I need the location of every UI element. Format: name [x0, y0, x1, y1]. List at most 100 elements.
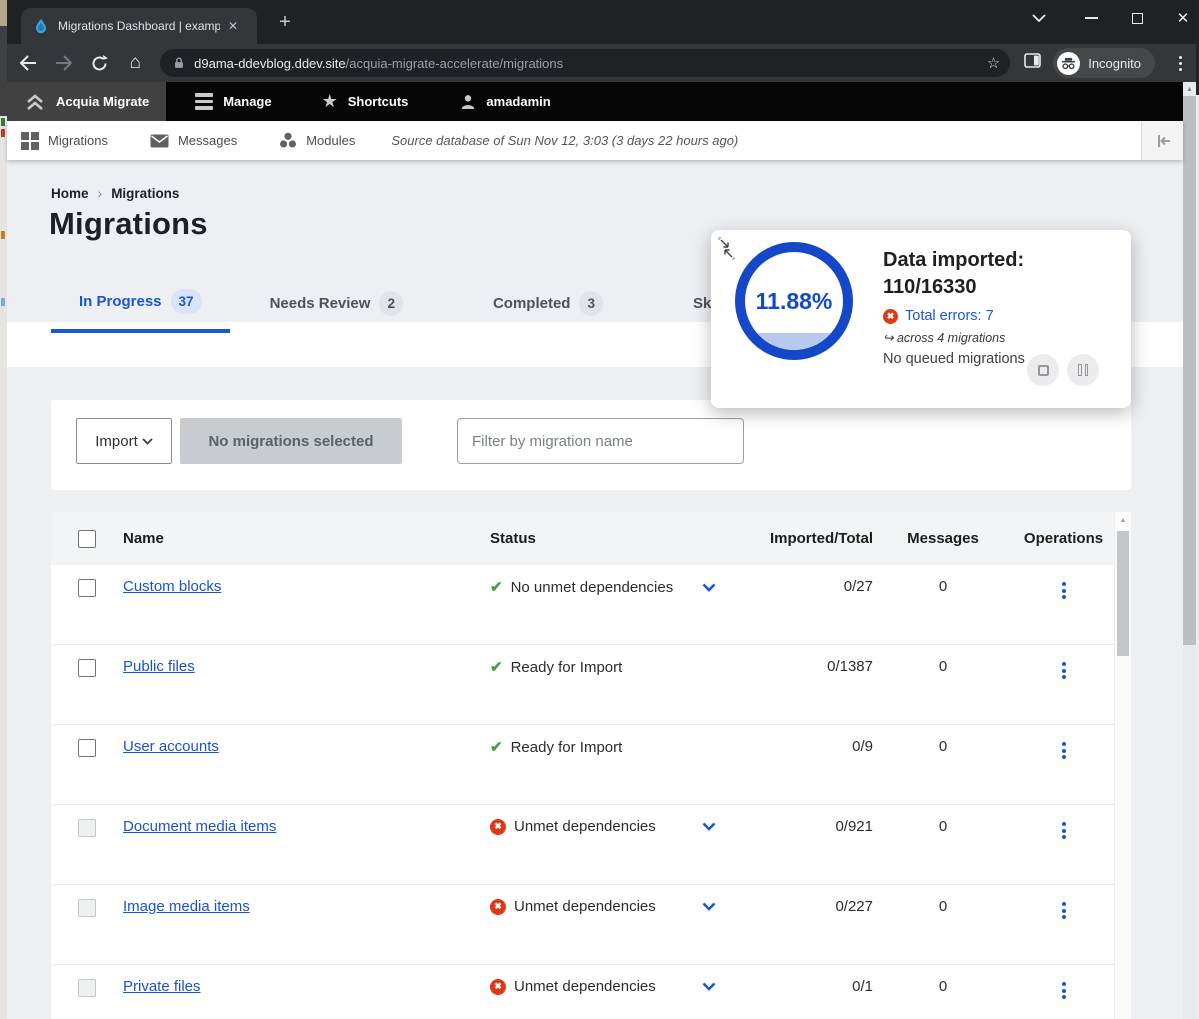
tab-in-progress[interactable]: In Progress 37 — [51, 283, 230, 333]
toolbar-item-user[interactable]: amadamin — [443, 82, 567, 121]
row-checkbox[interactable] — [78, 579, 96, 597]
breadcrumb-home-link[interactable]: Home — [51, 186, 89, 201]
breadcrumb-current-link[interactable]: Migrations — [111, 186, 179, 201]
scroll-up-arrow-icon[interactable]: ▲ — [1183, 82, 1196, 96]
migration-link[interactable]: Image media items — [123, 898, 250, 915]
status-text: Unmet dependencies — [514, 818, 656, 835]
table-scrollbar-thumb[interactable] — [1117, 531, 1129, 656]
window-maximize-button[interactable] — [1115, 0, 1159, 36]
status-text: Unmet dependencies — [514, 898, 656, 915]
header-operations: Operations — [1013, 530, 1114, 547]
resize-handle-icon[interactable] — [718, 237, 740, 266]
toolbar-item-manage[interactable]: Manage — [178, 82, 288, 121]
status-expand-chevron-icon[interactable] — [702, 898, 716, 915]
envelope-icon — [150, 134, 169, 148]
migrations-table: Name Status Imported/Total Messages Oper… — [51, 512, 1131, 1019]
migration-link[interactable]: User accounts — [123, 738, 219, 755]
header-messages: Messages — [873, 530, 1013, 547]
table-row: Custom blocks ✔ No unmet dependencies 0/… — [51, 565, 1114, 645]
row-checkbox[interactable] — [78, 739, 96, 757]
status-ok-icon: ✔ — [490, 578, 503, 596]
browser-navbar: ⌂ d9ama-ddevblog.ddev.site/acquia-migrat… — [7, 44, 1196, 82]
screen: Migrations Dashboard | example ✕ + ✕ ⌂ d… — [0, 0, 1199, 1019]
table-scrollbar[interactable]: ▲ — [1114, 512, 1131, 1019]
back-button[interactable] — [13, 48, 43, 78]
scroll-up-arrow-icon[interactable]: ▲ — [1115, 512, 1131, 529]
bookmark-star-icon[interactable]: ☆ — [987, 54, 1000, 72]
import-dropdown-button[interactable]: Import — [76, 418, 172, 464]
selection-status-button: No migrations selected — [180, 418, 402, 464]
window-close-button[interactable]: ✕ — [1161, 0, 1199, 36]
select-all-checkbox[interactable] — [78, 530, 96, 548]
toolbar-collapse-button[interactable] — [1141, 121, 1183, 160]
tab-needs-review[interactable]: Needs Review 2 — [242, 283, 431, 333]
breadcrumb: Home › Migrations — [51, 185, 179, 201]
tab-close-icon[interactable]: ✕ — [228, 19, 238, 33]
operations-menu-icon[interactable] — [1058, 738, 1070, 763]
queue-status: No queued migrations — [883, 351, 1025, 367]
table-row: Image media items ✖ Unmet dependencies 0… — [51, 885, 1114, 965]
table-row: Document media items ✖ Unmet dependencie… — [51, 805, 1114, 885]
migration-link[interactable]: Custom blocks — [123, 578, 221, 595]
browser-tab[interactable]: Migrations Dashboard | example ✕ — [21, 8, 257, 44]
data-imported-label: Data imported: — [883, 247, 1025, 274]
toolbar-item-modules[interactable]: Modules — [265, 132, 369, 149]
url-bar[interactable]: d9ama-ddevblog.ddev.site/acquia-migrate-… — [160, 49, 1010, 77]
filter-input[interactable] — [457, 418, 744, 464]
table-header-row: Name Status Imported/Total Messages Oper… — [51, 512, 1114, 565]
forward-button[interactable] — [49, 48, 79, 78]
operations-menu-icon[interactable] — [1058, 658, 1070, 683]
status-expand-chevron-icon[interactable] — [702, 818, 716, 835]
status-expand-chevron-icon[interactable] — [702, 978, 716, 995]
tab-label: Needs Review — [270, 295, 371, 312]
home-button[interactable]: ⌂ — [120, 48, 150, 78]
source-database-note: Source database of Sun Nov 12, 3:03 (3 d… — [391, 133, 738, 148]
messages-count: 0 — [873, 658, 1013, 675]
toolbar-item-messages[interactable]: Messages — [136, 133, 251, 148]
tab-label: Completed — [493, 295, 571, 312]
browser-menu-icon[interactable] — [1165, 56, 1196, 71]
status-ok-icon: ✔ — [490, 738, 503, 756]
progress-percent: 11.88% — [756, 288, 833, 315]
tab-completed[interactable]: Completed 3 — [465, 283, 631, 333]
status-expand-chevron-icon[interactable] — [702, 579, 716, 596]
row-checkbox-disabled — [78, 899, 96, 917]
window-minimize-button[interactable] — [1069, 0, 1113, 36]
migration-link[interactable]: Public files — [123, 658, 195, 675]
reload-button[interactable] — [85, 48, 115, 78]
operations-menu-icon[interactable] — [1058, 978, 1070, 1003]
toolbar-item-migrations[interactable]: Migrations — [7, 132, 122, 150]
header-status: Status — [490, 530, 536, 547]
pause-icon — [1078, 364, 1088, 376]
messages-count: 0 — [873, 738, 1013, 755]
pause-button[interactable] — [1067, 354, 1099, 386]
table-row: Public files ✔ Ready for Import 0/1387 0 — [51, 645, 1114, 725]
operations-menu-icon[interactable] — [1058, 818, 1070, 843]
tab-search-chevron-icon[interactable] — [1017, 0, 1061, 36]
imported-total-value: 0/9 — [730, 738, 873, 755]
page-scrollbar[interactable]: ▲ — [1183, 82, 1196, 1019]
toolbar-item-shortcuts[interactable]: ★ Shortcuts — [305, 82, 426, 121]
operations-menu-icon[interactable] — [1058, 578, 1070, 603]
progress-fill — [745, 333, 843, 350]
drupal-favicon-icon — [33, 18, 49, 34]
messages-count: 0 — [873, 898, 1013, 915]
tab-label: In Progress — [79, 293, 162, 310]
toolbar-item-acquia-migrate[interactable]: Acquia Migrate — [7, 82, 166, 121]
row-checkbox[interactable] — [78, 659, 96, 677]
migration-link[interactable]: Document media items — [123, 818, 276, 835]
operations-menu-icon[interactable] — [1058, 898, 1070, 923]
stop-button[interactable] — [1027, 354, 1059, 386]
status-text: Ready for Import — [511, 739, 623, 756]
header-imported-total: Imported/Total — [730, 530, 873, 547]
imported-total-value: 0/921 — [730, 818, 873, 835]
page-scrollbar-thumb[interactable] — [1183, 96, 1196, 645]
migration-link[interactable]: Private files — [123, 978, 201, 995]
total-errors-link[interactable]: Total errors: 7 — [905, 308, 994, 324]
messages-count: 0 — [873, 978, 1013, 995]
across-migrations-note: ↪ across 4 migrations — [883, 330, 1025, 345]
side-panel-icon[interactable] — [1024, 53, 1041, 73]
new-tab-button[interactable]: + — [273, 11, 297, 35]
double-chevron-up-icon — [24, 93, 46, 111]
grid-icon — [21, 132, 39, 150]
